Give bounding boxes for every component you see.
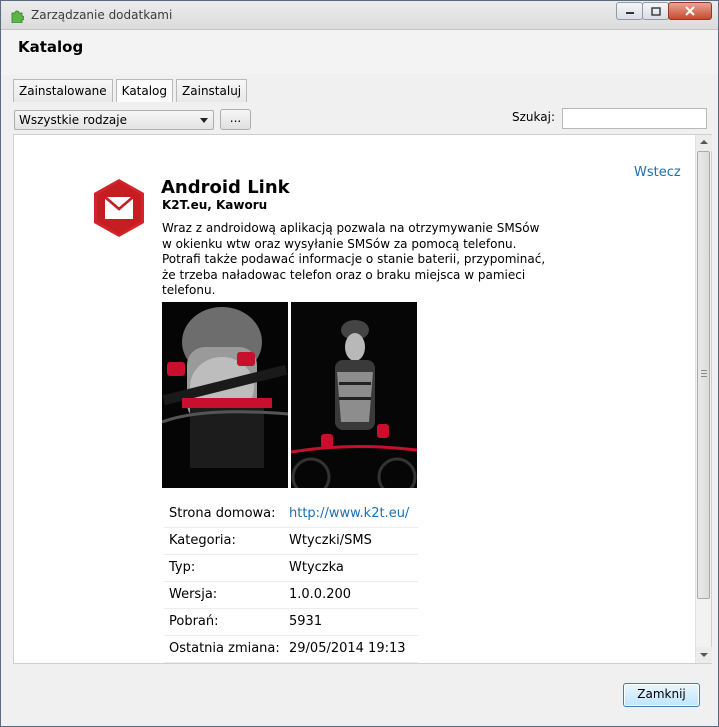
detail-value: 29/05/2014 19:13 <box>284 635 418 663</box>
puzzle-icon <box>11 10 24 23</box>
window-title: Zarządzanie dodatkami <box>31 8 173 22</box>
close-button[interactable]: Zamknij <box>623 683 700 707</box>
more-options-button[interactable]: ... <box>220 109 251 130</box>
page-header: Katalog <box>2 30 718 75</box>
tab-installed[interactable]: Zainstalowane <box>13 79 113 102</box>
tab-install[interactable]: Zainstaluj <box>176 79 248 102</box>
back-link[interactable]: Wstecz <box>634 165 681 180</box>
detail-key: Strona domowa: <box>164 500 284 528</box>
scroll-up-button[interactable] <box>696 135 712 151</box>
addon-description: Wraz z androidową aplikacją pozwala na o… <box>162 221 546 297</box>
addon-name: Android Link <box>161 177 290 198</box>
addon-screenshot[interactable] <box>162 302 288 488</box>
chevron-up-icon <box>700 140 708 144</box>
addon-manager-window: Zarządzanie dodatkami Katalog Zainstalow… <box>0 0 719 727</box>
chevron-down-icon <box>700 653 708 657</box>
vertical-scrollbar[interactable] <box>695 135 712 663</box>
minimize-icon <box>625 12 634 14</box>
table-row: Ostatnia zmiana: 29/05/2014 19:13 <box>164 635 418 663</box>
homepage-link[interactable]: http://www.k2t.eu/ <box>289 506 409 521</box>
type-filter-value: Wszystkie rodzaje <box>19 113 127 127</box>
grip-icon <box>701 376 707 377</box>
detail-value: http://www.k2t.eu/ <box>284 500 418 528</box>
detail-key: Wersja: <box>164 581 284 609</box>
page-title: Katalog <box>18 38 84 56</box>
addon-author: K2T.eu, Kaworu <box>162 198 268 212</box>
window-controls <box>616 2 712 22</box>
maximize-icon <box>650 6 661 16</box>
detail-value: Wtyczki/SMS <box>284 527 418 555</box>
scrollbar-thumb[interactable] <box>697 151 710 599</box>
grip-icon <box>701 370 707 371</box>
tab-catalog[interactable]: Katalog <box>115 79 174 103</box>
search-label: Szukaj: <box>512 110 555 124</box>
addon-screenshot[interactable] <box>291 302 417 488</box>
title-bar[interactable]: Zarządzanie dodatkami <box>1 1 718 30</box>
type-filter-dropdown[interactable]: Wszystkie rodzaje <box>14 110 214 130</box>
detail-value: Wtyczka <box>284 554 418 582</box>
detail-value: 5931 <box>284 608 418 636</box>
detail-key: Pobrań: <box>164 608 284 636</box>
table-row: Wersja: 1.0.0.200 <box>164 581 418 609</box>
minimize-button[interactable] <box>616 2 643 20</box>
detail-value: 1.0.0.200 <box>284 581 418 609</box>
table-row: Typ: Wtyczka <box>164 554 418 582</box>
search-input[interactable] <box>562 108 707 129</box>
addon-details-table: Strona domowa: http://www.k2t.eu/ Katego… <box>164 500 418 663</box>
close-icon <box>685 6 695 16</box>
grip-icon <box>701 373 707 374</box>
scroll-down-button[interactable] <box>696 647 712 663</box>
table-row: Pobrań: 5931 <box>164 608 418 636</box>
table-row: Kategoria: Wtyczki/SMS <box>164 527 418 555</box>
detail-key: Ostatnia zmiana: <box>164 635 284 663</box>
detail-key: Typ: <box>164 554 284 582</box>
toolbar: Wszystkie rodzaje ... Szukaj: <box>9 102 711 132</box>
tab-bar: Zainstalowane Katalog Zainstaluj <box>13 79 250 103</box>
chevron-down-icon <box>200 118 208 123</box>
maximize-button[interactable] <box>642 2 669 20</box>
detail-key: Kategoria: <box>164 527 284 555</box>
envelope-icon <box>94 179 144 237</box>
table-row: Strona domowa: http://www.k2t.eu/ <box>164 500 418 528</box>
addon-details-panel: Wstecz Android Link K2T.eu, Kaworu Wraz … <box>13 134 712 664</box>
close-window-button[interactable] <box>668 2 712 20</box>
